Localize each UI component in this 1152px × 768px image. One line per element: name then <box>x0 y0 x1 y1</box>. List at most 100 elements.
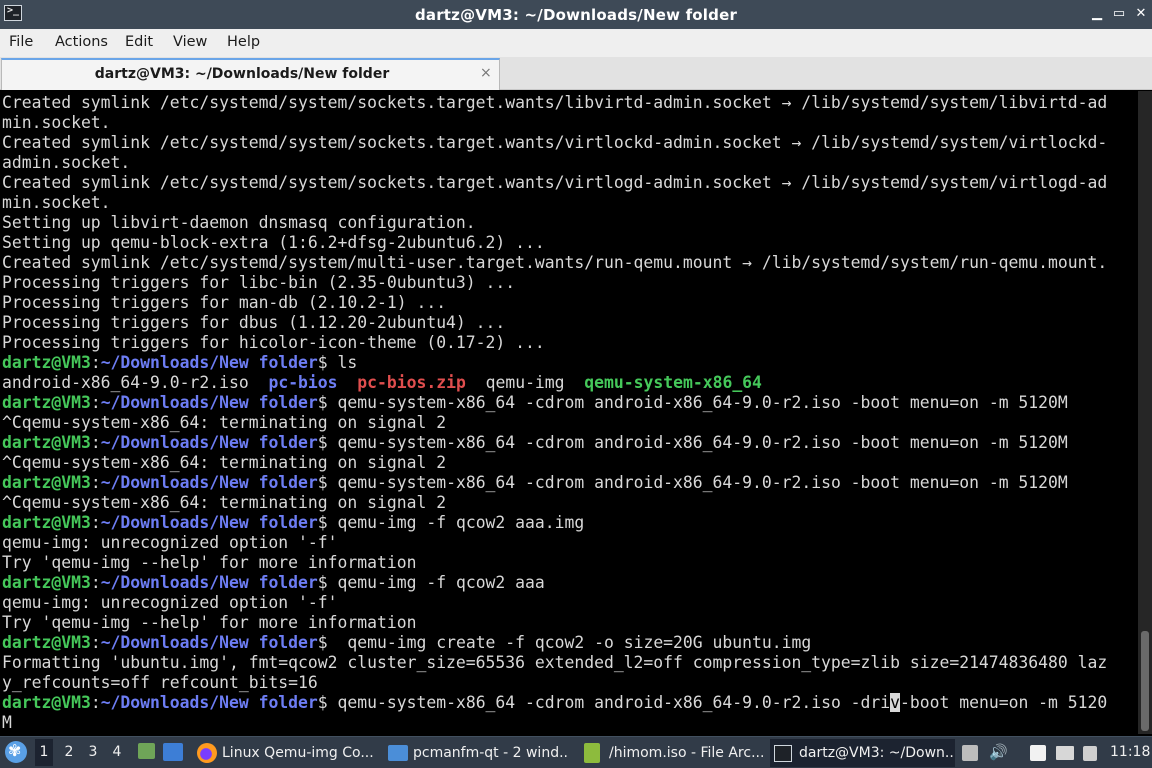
ls-entry: qemu-system-x86_64 <box>584 373 762 392</box>
output-line: Processing triggers for man-db (2.10.2-1… <box>2 293 447 312</box>
folder-icon <box>388 745 408 761</box>
menu-bar: File Actions Edit View Help <box>0 29 1152 57</box>
tab-close-icon[interactable]: × <box>480 65 492 81</box>
output-line: ^Cqemu-system-x86_64: terminating on sig… <box>2 453 447 472</box>
close-window-button[interactable]: ✕ <box>1130 5 1152 23</box>
prompt-user: dartz@VM3 <box>2 473 91 492</box>
output-line: min.socket. <box>2 113 111 132</box>
lock-icon[interactable] <box>1083 746 1097 761</box>
ls-spacer <box>565 373 585 392</box>
task-label: /himom.iso - File Arc... <box>609 745 764 761</box>
firefox-icon <box>197 743 217 763</box>
command-text: qemu-system-x86_64 -cdrom android-x86_64… <box>327 393 1068 412</box>
workspace-2-button[interactable]: 2 <box>60 744 78 760</box>
prompt-symbol: $ <box>317 633 328 652</box>
clipboard-icon[interactable] <box>1030 745 1046 761</box>
prompt-symbol: $ <box>317 393 328 412</box>
output-line: qemu-img: unrecognized option '-f' <box>2 593 338 612</box>
window-title-bar[interactable]: dartz@VM3: ~/Downloads/New folder ▁ ▭ ✕ <box>0 0 1152 29</box>
prompt-path: ~/Downloads/New folder <box>100 433 318 452</box>
output-line: Processing triggers for dbus (1.12.20-2u… <box>2 313 506 332</box>
prompt-user: dartz@VM3 <box>2 633 91 652</box>
terminal-scrollbar[interactable] <box>1138 91 1152 734</box>
removable-media-icon[interactable] <box>962 745 978 761</box>
prompt-separator: : <box>90 633 101 652</box>
prompt-path: ~/Downloads/New folder <box>100 513 318 532</box>
prompt-symbol: $ <box>317 433 328 452</box>
prompt-separator: : <box>90 473 101 492</box>
output-line: M <box>2 713 12 732</box>
prompt-separator: : <box>90 513 101 532</box>
output-line: qemu-img: unrecognized option '-f' <box>2 533 338 552</box>
output-line: Created symlink /etc/systemd/system/sock… <box>2 133 1108 152</box>
command-line: dartz@VM3:~/Downloads/New folder$ qemu-s… <box>2 473 1107 493</box>
output-line: Created symlink /etc/systemd/system/sock… <box>2 173 1108 192</box>
workspace-3-button[interactable]: 3 <box>84 744 102 760</box>
command-text: qemu-img create -f qcow2 -o size=20G ubu… <box>327 633 812 652</box>
minimize-button[interactable]: ▁ <box>1086 5 1108 23</box>
command-text: ls <box>327 353 358 372</box>
command-text: -boot menu=on -m 5120 <box>900 693 1108 712</box>
ls-output-line: android-x86_64-9.0-r2.iso pc-bios pc-bio… <box>2 373 1107 393</box>
workspace-4-button[interactable]: 4 <box>108 744 126 760</box>
text-cursor: v <box>890 693 901 712</box>
archive-icon <box>584 743 600 763</box>
task-label: dartz@VM3: ~/Down... <box>799 745 955 761</box>
command-line: dartz@VM3:~/Downloads/New folder$ qemu-i… <box>2 513 1107 533</box>
workspace-1-button[interactable]: 1 <box>35 739 53 766</box>
ls-entry: pc-bios.zip <box>357 373 466 392</box>
taskbar-task-firefox[interactable]: Linux Qemu-img Co... <box>197 739 377 767</box>
prompt-symbol: $ <box>317 513 328 532</box>
ls-spacer <box>466 373 486 392</box>
file-manager-launcher-icon[interactable] <box>138 743 155 759</box>
menu-help[interactable]: Help <box>227 34 260 50</box>
command-text: qemu-img -f qcow2 aaa <box>327 573 545 592</box>
ls-spacer <box>249 373 269 392</box>
volume-icon[interactable]: 🔊 <box>989 743 1008 761</box>
taskbar-task-pcmanfm[interactable]: pcmanfm-qt - 2 wind... <box>388 739 568 767</box>
task-label: pcmanfm-qt - 2 wind... <box>413 745 568 761</box>
menu-edit[interactable]: Edit <box>125 34 153 50</box>
prompt-symbol: $ <box>317 693 328 712</box>
prompt-path: ~/Downloads/New folder <box>100 393 318 412</box>
clock[interactable]: 11:18 <box>1110 744 1150 760</box>
prompt-separator: : <box>90 693 101 712</box>
command-line: dartz@VM3:~/Downloads/New folder$ qemu-i… <box>2 573 1107 593</box>
ls-entry: qemu-img <box>485 373 565 392</box>
task-label: Linux Qemu-img Co... <box>222 745 374 761</box>
start-menu-icon[interactable] <box>5 741 27 763</box>
window-title: dartz@VM3: ~/Downloads/New folder <box>414 6 738 24</box>
taskbar-task-archive[interactable]: /himom.iso - File Arc... <box>584 739 764 767</box>
prompt-path: ~/Downloads/New folder <box>100 573 318 592</box>
prompt-path: ~/Downloads/New folder <box>100 473 318 492</box>
terminal-output[interactable]: Created symlink /etc/systemd/system/sock… <box>0 91 1138 734</box>
prompt-separator: : <box>90 353 101 372</box>
prompt-separator: : <box>90 573 101 592</box>
prompt-separator: : <box>90 433 101 452</box>
menu-file[interactable]: File <box>9 34 33 50</box>
command-line: dartz@VM3:~/Downloads/New folder$ ls <box>2 353 1107 373</box>
taskbar-task-terminal[interactable]: dartz@VM3: ~/Down... <box>770 739 955 767</box>
menu-view[interactable]: View <box>173 34 207 50</box>
output-line: Created symlink /etc/systemd/system/sock… <box>2 93 1108 112</box>
menu-actions[interactable]: Actions <box>55 34 108 50</box>
ls-entry: android-x86_64-9.0-r2.iso <box>2 373 249 392</box>
output-line: Formatting 'ubuntu.img', fmt=qcow2 clust… <box>2 653 1108 672</box>
network-icon[interactable] <box>1056 746 1074 760</box>
command-text: qemu-system-x86_64 -cdrom android-x86_64… <box>327 693 891 712</box>
maximize-button[interactable]: ▭ <box>1108 5 1130 23</box>
output-line: Setting up qemu-block-extra (1:6.2+dfsg-… <box>2 233 545 252</box>
prompt-separator: : <box>90 393 101 412</box>
tab-label: dartz@VM3: ~/Downloads/New folder <box>94 66 390 82</box>
prompt-user: dartz@VM3 <box>2 573 91 592</box>
output-line: Setting up libvirt-daemon dnsmasq config… <box>2 213 476 232</box>
scrollbar-thumb[interactable] <box>1141 631 1149 731</box>
ls-spacer <box>338 373 358 392</box>
output-line: ^Cqemu-system-x86_64: terminating on sig… <box>2 493 447 512</box>
command-text: qemu-system-x86_64 -cdrom android-x86_64… <box>327 473 1068 492</box>
tab-terminal-session[interactable]: dartz@VM3: ~/Downloads/New folder × <box>1 58 500 90</box>
terminal-lines: Created symlink /etc/systemd/system/sock… <box>2 93 1107 733</box>
command-line: dartz@VM3:~/Downloads/New folder$ qemu-s… <box>2 393 1107 413</box>
prompt-symbol: $ <box>317 573 328 592</box>
show-desktop-icon[interactable] <box>163 743 183 761</box>
